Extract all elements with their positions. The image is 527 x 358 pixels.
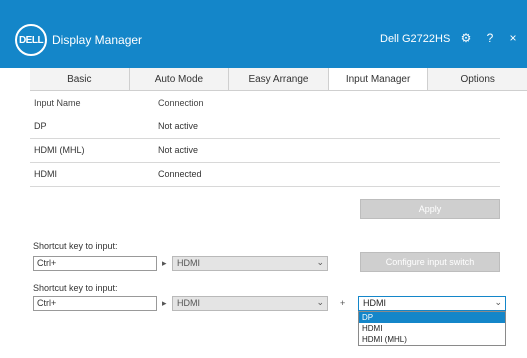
input-select-3[interactable]: HDMI ⌄ (358, 296, 506, 311)
input-select-3-value: HDMI (363, 298, 386, 308)
shortcut-key-field-1[interactable]: Ctrl+ (33, 256, 157, 271)
table-row[interactable]: HDMI (MHL) Not active (30, 140, 500, 163)
column-header-input-name: Input Name (34, 98, 81, 108)
input-name: DP (34, 121, 47, 131)
arrow-right-icon: ▸ (162, 258, 167, 268)
table-row[interactable]: HDMI Connected (30, 164, 500, 187)
input-status: Not active (158, 121, 199, 131)
tab-options[interactable]: Options (428, 68, 527, 90)
plus-separator: + (340, 298, 346, 308)
input-name: HDMI (MHL) (34, 145, 85, 155)
chevron-down-icon: ⌄ (316, 297, 324, 307)
input-dropdown-list: DP HDMI HDMI (MHL) (358, 311, 506, 346)
settings-icon[interactable]: ⚙ (458, 30, 474, 46)
tab-input-manager[interactable]: Input Manager (328, 68, 429, 90)
input-select-2[interactable]: HDMI ⌄ (172, 296, 328, 311)
close-icon[interactable]: × (505, 30, 521, 46)
chevron-down-icon: ⌄ (316, 257, 324, 267)
app-title: Display Manager (52, 33, 143, 47)
arrow-right-icon: ▸ (162, 298, 167, 308)
title-bar: DELL Display Manager Dell G2722HS ⚙ ? × (0, 0, 527, 68)
dropdown-option[interactable]: HDMI (MHL) (359, 334, 505, 345)
shortcut-label-2: Shortcut key to input: (33, 283, 118, 293)
dell-logo-icon: DELL (15, 24, 47, 56)
shortcut-key-field-2[interactable]: Ctrl+ (33, 296, 157, 311)
column-header-connection: Connection (158, 98, 204, 108)
input-name: HDMI (34, 169, 57, 179)
help-icon[interactable]: ? (482, 30, 498, 46)
input-select-2-value: HDMI (177, 298, 200, 308)
input-select-1-value: HDMI (177, 258, 200, 268)
input-status: Connected (158, 169, 202, 179)
shortcut-label-1: Shortcut key to input: (33, 241, 118, 251)
tab-easy-arrange[interactable]: Easy Arrange (229, 68, 329, 90)
chevron-down-icon: ⌄ (494, 297, 502, 307)
configure-input-switch-button[interactable]: Configure input switch (360, 252, 500, 272)
input-status: Not active (158, 145, 199, 155)
dropdown-option[interactable]: DP (359, 312, 505, 323)
input-select-1[interactable]: HDMI ⌄ (172, 256, 328, 271)
dropdown-option[interactable]: HDMI (359, 323, 505, 334)
table-row[interactable]: DP Not active (30, 116, 500, 139)
apply-button[interactable]: Apply (360, 199, 500, 219)
monitor-model: Dell G2722HS (380, 33, 451, 45)
tab-basic[interactable]: Basic (30, 68, 130, 90)
tab-auto-mode[interactable]: Auto Mode (130, 68, 230, 90)
tab-bar: Basic Auto Mode Easy Arrange Input Manag… (30, 68, 527, 91)
